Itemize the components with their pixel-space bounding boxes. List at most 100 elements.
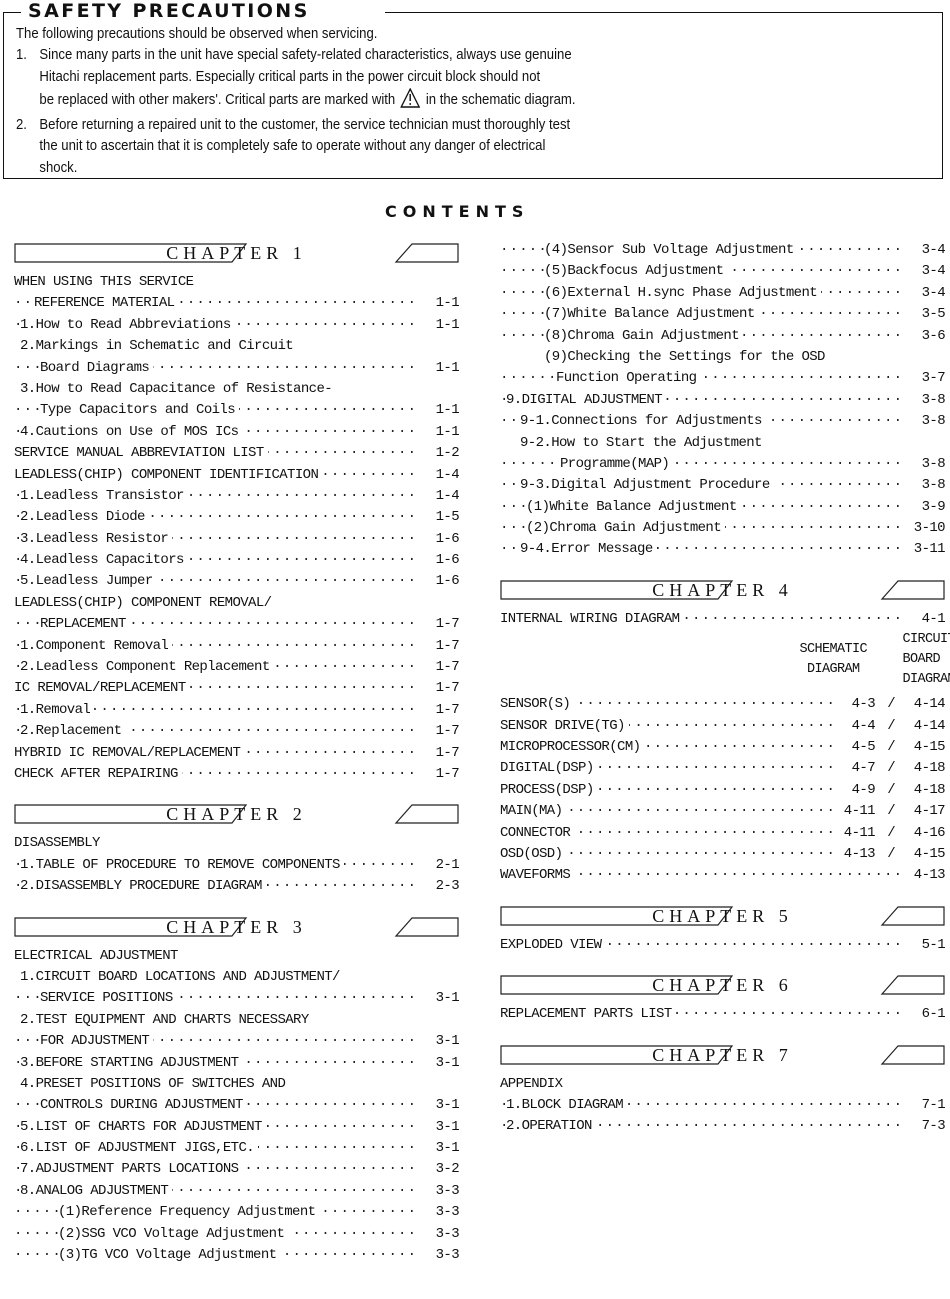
chapter-3-entries-continued: (4)Sensor Sub Voltage Adjustment········… <box>500 240 946 561</box>
toc-entry[interactable]: 2.DISASSEMBLY PROCEDURE DIAGRAM·········… <box>14 876 460 898</box>
toc-entry[interactable]: (6)External H.sync Phase Adjustment·····… <box>500 282 946 305</box>
toc-entry[interactable]: 4.PRESET POSITIONS OF SWITCHES AND······… <box>14 1073 459 1096</box>
toc-entry[interactable]: 2.OPERATION ·····························… <box>500 1116 946 1138</box>
toc-page-number: 3-5 <box>907 304 946 326</box>
toc-entry[interactable]: 1.Component Removal ·····················… <box>14 635 460 658</box>
toc-entry-title: 4.Cautions on Use of MOS ICs <box>20 421 243 444</box>
toc-entry[interactable]: 3.BEFORE STARTING ADJUSTMENT············… <box>14 1052 460 1074</box>
toc-entry[interactable]: 5.Leadless Jumper ·······················… <box>14 571 460 593</box>
board-page-number: 4-18 <box>913 760 946 777</box>
schematic-page-number: 4-9 <box>837 779 876 802</box>
toc-entry[interactable]: LEADLESS(CHIP) COMPONENT REMOVAL/·······… <box>14 592 459 615</box>
toc-entry[interactable]: (1)White Balance Adjustment·············… <box>500 496 946 519</box>
toc-entry[interactable]: REPLACEMENT PARTS LIST ··················… <box>500 1004 946 1026</box>
toc-page-number: 3-3 <box>421 1223 460 1246</box>
toc-entry[interactable]: (3)TG VCO Voltage Adjustment············… <box>14 1245 460 1267</box>
chapter-title: CHAPTER 2 <box>166 804 307 825</box>
toc-entry[interactable]: 1.TABLE OF PROCEDURE TO REMOVE COMPONENT… <box>14 854 460 877</box>
separator: / <box>887 717 895 734</box>
toc-entry[interactable]: SENSOR DRIVE(TG) ························… <box>500 715 946 738</box>
toc-entry[interactable]: HYBRID IC REMOVAL/REPLACEMENT···········… <box>14 742 460 764</box>
toc-entry[interactable]: 6.LIST OF ADJUSTMENT JIGS,ETC.··········… <box>14 1138 460 1160</box>
toc-entry[interactable]: 1.Removal ·······························… <box>14 699 460 722</box>
toc-entry[interactable]: 5.LIST OF CHARTS FOR ADJUSTMENT·········… <box>14 1116 460 1139</box>
toc-entry[interactable]: CONTROLS DURING ADJUSTMENT··············… <box>14 1095 460 1117</box>
toc-entry[interactable]: MICROPROCESSOR(CM)······················… <box>500 737 946 759</box>
chapter-3-header: CHAPTER 3 <box>14 914 459 942</box>
toc-entry[interactable]: 9-4.Error Message ·······················… <box>500 539 946 561</box>
toc-page-number: 7-1 <box>907 1094 946 1117</box>
toc-entry[interactable]: (5)Backfocus Adjustment·················… <box>500 261 946 283</box>
schematic-page-number: 4-5 <box>837 737 876 759</box>
toc-entry-title: 9-1.Connections for Adjustments <box>520 411 766 433</box>
toc-entry[interactable]: CHECK AFTER REPAIRING ···················… <box>14 763 460 786</box>
toc-entry[interactable]: CONNECTOR ·······························… <box>500 822 946 844</box>
toc-entry-title: Board Diagrams <box>40 357 154 379</box>
toc-entry[interactable]: EXPLODED VIEW ···························… <box>500 934 946 957</box>
toc-entry[interactable]: 7.ADJUSTMENT PARTS LOCATIONS············… <box>14 1159 460 1181</box>
toc-entry[interactable]: SENSOR(S) ·······························… <box>500 694 946 716</box>
toc-entry[interactable]: 2.Leadless Component Replacement········… <box>14 657 460 679</box>
toc-entry[interactable]: FOR ADJUSTMENT ··························… <box>14 1031 460 1053</box>
toc-entry-title: (9)Checking the Settings for the OSD <box>544 346 829 369</box>
toc-entry[interactable]: REFERENCE MATERIAL ······················… <box>14 293 460 315</box>
toc-entry[interactable]: WHEN USING THIS SERVICE·················… <box>14 272 459 294</box>
chapter-4-column-headers: SCHEMATIC DIAGRAM CIRCUIT BOARD DIAGRAM <box>500 630 950 694</box>
toc-entry[interactable]: 2.Replacement ···························… <box>14 721 460 743</box>
toc-entry[interactable]: 1.BLOCK DIAGRAM ·························… <box>500 1094 946 1117</box>
toc-entry[interactable]: LEADLESS(CHIP) COMPONENT IDENTIFICATION·… <box>14 464 460 486</box>
toc-entry[interactable]: 2.Markings in Schematic and Circuit·····… <box>14 336 459 358</box>
toc-entry[interactable]: 3.Leadless Resistor ·····················… <box>14 528 460 551</box>
safety-box-border <box>3 12 21 13</box>
chapter-7-header: CHAPTER 7 <box>500 1042 945 1070</box>
toc-entry[interactable]: OSD(OSD) ································… <box>500 843 946 866</box>
toc-page-number: 1-7 <box>421 763 460 786</box>
toc-entry[interactable]: (9)Checking the Settings for the OSD····… <box>500 346 945 369</box>
toc-entry[interactable]: (7)White Balance Adjustment·············… <box>500 304 946 326</box>
toc-entry[interactable]: 2.TEST EQUIPMENT AND CHARTS NECESSARY···… <box>14 1009 459 1032</box>
toc-entry[interactable]: SERVICE POSITIONS ·······················… <box>14 988 460 1010</box>
toc-entry-title: HYBRID IC REMOVAL/REPLACEMENT <box>14 742 245 764</box>
toc-entry[interactable]: (4)Sensor Sub Voltage Adjustment········… <box>500 240 946 262</box>
toc-entry[interactable]: DIGITAL(DSP)····························… <box>500 758 946 780</box>
toc-entry[interactable]: (1)Reference Frequency Adjustment·······… <box>14 1202 460 1224</box>
toc-entry[interactable]: 4.Leadless Capacitors ···················… <box>14 550 460 572</box>
toc-entry[interactable]: IC REMOVAL/REPLACEMENT ··················… <box>14 678 460 700</box>
toc-page-number: 1-7 <box>421 614 460 636</box>
toc-entry[interactable]: Type Capacitors and Coils···············… <box>14 400 460 422</box>
toc-entry[interactable]: APPENDIX································… <box>500 1073 945 1095</box>
toc-entry[interactable]: Function Operating ·········· ············… <box>500 368 946 390</box>
toc-entry[interactable]: 1.How to Read Abbreviations·············… <box>14 314 460 337</box>
toc-page-number: 1-2 <box>421 443 460 465</box>
toc-entry[interactable]: (2)Chroma Gain Adjustment···············… <box>500 518 946 540</box>
toc-entry[interactable]: 9-2.How to Start the Adjustment·········… <box>500 432 945 454</box>
toc-entry[interactable]: SERVICE MANUAL ABBREVIATION LIST········… <box>14 443 460 465</box>
toc-entry[interactable]: (2)SSG VCO Voltage Adjustment···········… <box>14 1223 460 1246</box>
toc-entry[interactable]: 2.Leadless Diode ························… <box>14 507 460 529</box>
toc-entry[interactable]: INTERNAL WIRING DIAGRAM ················… <box>500 608 946 631</box>
toc-entry[interactable]: 8.ANALOG ADJUSTMENT ·····················… <box>14 1180 460 1203</box>
toc-entry[interactable]: DISASSEMBLY·····························… <box>14 833 459 855</box>
toc-entry[interactable]: 3.How to Read Capacitance of Resistance-… <box>14 378 459 401</box>
toc-entry[interactable]: Programme(MAP) ··························… <box>500 453 946 476</box>
toc-entry-title: 2.Leadless Diode <box>20 507 149 529</box>
toc-entry[interactable]: MAIN(MA) ································… <box>500 801 946 823</box>
toc-entry-title: 6.LIST OF ADJUSTMENT JIGS,ETC. <box>20 1138 259 1160</box>
separator: / <box>887 760 895 777</box>
toc-entry[interactable]: 4.Cautions on Use of MOS ICs············… <box>14 421 460 444</box>
toc-entry[interactable]: 9-3.Digital Adjustment Procedure········… <box>500 475 946 497</box>
toc-entry[interactable]: WAVEFORMS ······························… <box>500 865 946 887</box>
toc-entry[interactable]: Board Diagrams ··························… <box>14 357 460 379</box>
toc-entry-title: 3.BEFORE STARTING ADJUSTMENT <box>20 1052 243 1074</box>
toc-entry[interactable]: 1.CIRCUIT BOARD LOCATIONS AND ADJUSTMENT… <box>14 966 459 989</box>
toc-entry[interactable]: 9-1.Connections for Adjustments·········… <box>500 411 946 433</box>
toc-entry[interactable]: (8)Chroma Gain Adjustment···············… <box>500 325 946 347</box>
chapter-2-header: CHAPTER 2 <box>14 801 459 829</box>
toc-entry-title: (4)Sensor Sub Voltage Adjustment <box>544 240 798 262</box>
toc-entry[interactable]: 9.DIGITAL ADJUSTMENT ····················… <box>500 389 946 412</box>
toc-entry[interactable]: 1.Leadless Transistor ···················… <box>14 485 460 508</box>
toc-entry[interactable]: REPLACEMENT ·····························… <box>14 614 460 636</box>
toc-entry[interactable]: ELECTRICAL ADJUSTMENT···················… <box>14 945 459 967</box>
toc-page-number: 3-1 <box>421 988 460 1010</box>
toc-entry[interactable]: PROCESS(DSP)····························… <box>500 779 946 802</box>
